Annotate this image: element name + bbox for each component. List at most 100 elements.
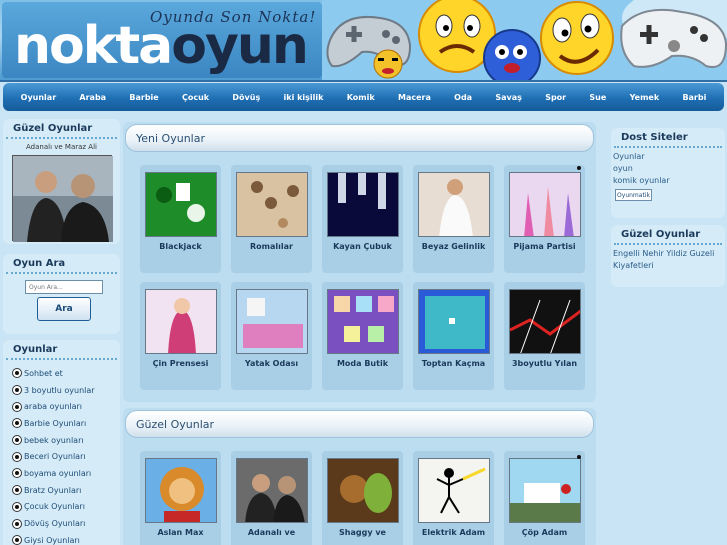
nav-item[interactable]: Çocuk xyxy=(182,93,209,102)
game-thumbnail[interactable] xyxy=(418,458,490,523)
game-thumbnail[interactable] xyxy=(327,289,399,354)
category-link[interactable]: 3 boyutlu oyunlar xyxy=(24,386,95,395)
category-link[interactable]: bebek oyunları xyxy=(24,436,84,445)
category-item[interactable]: Giysi Oyunları xyxy=(13,532,120,545)
category-item[interactable]: Beceri Oyunları xyxy=(13,448,120,465)
category-link[interactable]: Beceri Oyunları xyxy=(24,452,86,461)
category-link[interactable]: Barbie Oyunları xyxy=(24,419,86,428)
logo[interactable]: Oyunda Son Nokta! noktaoyun xyxy=(2,2,322,78)
category-item[interactable]: Çocuk Oyunları xyxy=(13,499,120,516)
nav-item[interactable]: iki kişilik xyxy=(284,93,324,102)
search-input[interactable] xyxy=(25,280,103,294)
nav-item[interactable]: Sue xyxy=(589,93,606,102)
category-item[interactable]: Dövüş Oyunları xyxy=(13,515,120,532)
friend-site-link[interactable]: Oyunlar xyxy=(613,151,725,163)
category-list: Sohbet et 3 boyutlu oyunlar araba oyunları… xyxy=(3,360,120,545)
section-title: Yeni Oyunlar xyxy=(125,124,594,152)
game-card[interactable]: Aslan Max xyxy=(140,451,221,545)
category-link[interactable]: Bratz Oyunları xyxy=(24,486,81,495)
game-card[interactable]: Blackjack xyxy=(140,165,221,273)
game-title[interactable]: Çin Prensesi xyxy=(140,359,221,368)
game-title[interactable]: Romalılar xyxy=(231,242,312,251)
nav-item[interactable]: Barbie xyxy=(129,93,158,102)
nav-item[interactable]: Yemek xyxy=(630,93,660,102)
game-title[interactable]: Pijama Partisi xyxy=(504,242,585,251)
bullet-icon xyxy=(13,486,21,495)
nav-item[interactable]: Araba xyxy=(79,93,106,102)
game-card[interactable]: Romalılar xyxy=(231,165,312,273)
category-item[interactable]: bebek oyunları xyxy=(13,432,120,449)
game-title[interactable]: Yatak Odası xyxy=(231,359,312,368)
game-thumbnail[interactable] xyxy=(418,172,490,237)
game-thumbnail[interactable] xyxy=(509,289,581,354)
game-thumbnail[interactable] xyxy=(327,172,399,237)
nav-item[interactable]: Komik xyxy=(347,93,375,102)
game-thumbnail[interactable] xyxy=(418,289,490,354)
game-title[interactable]: Adanalı ve xyxy=(231,528,312,537)
game-thumbnail[interactable] xyxy=(145,289,217,354)
game-thumbnail[interactable] xyxy=(327,458,399,523)
oyunmatik-button[interactable]: Oyunmatik xyxy=(615,189,652,201)
panel-title: Güzel Oyunlar xyxy=(614,225,722,245)
category-link[interactable]: Sohbet et xyxy=(24,369,63,378)
game-title[interactable]: Elektrik Adam xyxy=(413,528,494,537)
game-title[interactable]: Aslan Max xyxy=(140,528,221,537)
game-thumbnail[interactable] xyxy=(145,172,217,237)
category-item[interactable]: Bratz Oyunları xyxy=(13,482,120,499)
game-thumbnail[interactable] xyxy=(236,172,308,237)
category-item[interactable]: Sohbet et xyxy=(13,365,120,382)
nav-item[interactable]: Macera xyxy=(398,93,431,102)
categories-panel: Oyunlar Sohbet et 3 boyutlu oyunlar araba … xyxy=(3,340,120,545)
game-title[interactable]: Shaggy ve xyxy=(322,528,403,537)
featured-game-thumbnail[interactable] xyxy=(11,155,113,242)
game-title[interactable]: Moda Butik xyxy=(322,359,403,368)
nav-item[interactable]: Barbi xyxy=(682,93,706,102)
game-card[interactable]: Yatak Odası xyxy=(231,282,312,390)
category-link[interactable]: Dövüş Oyunları xyxy=(24,519,85,528)
nav-item[interactable]: Oda xyxy=(454,93,472,102)
category-item[interactable]: Barbie Oyunları xyxy=(13,415,120,432)
game-title[interactable]: Çöp Adam xyxy=(504,528,585,537)
bullet-icon xyxy=(13,369,21,378)
category-item[interactable]: 3 boyutlu oyunlar xyxy=(13,382,120,399)
game-title[interactable]: 3boyutlu Yılan xyxy=(504,359,585,368)
category-item[interactable]: araba oyunları xyxy=(13,398,120,415)
friend-site-link[interactable]: oyun xyxy=(613,163,725,175)
game-title[interactable]: Beyaz Gelinlik xyxy=(413,242,494,251)
nav-item[interactable]: Oyunlar xyxy=(21,93,57,102)
nav-item[interactable]: Savaş xyxy=(495,93,522,102)
game-thumbnail[interactable] xyxy=(509,172,581,237)
logo-part-white: nokta xyxy=(14,16,173,76)
category-item[interactable]: boyama oyunları xyxy=(13,465,120,482)
search-button[interactable]: Ara xyxy=(37,297,91,321)
game-card[interactable]: Shaggy ve xyxy=(322,451,403,545)
game-title[interactable]: Blackjack xyxy=(140,242,221,251)
game-card[interactable]: Elektrik Adam xyxy=(413,451,494,545)
category-link[interactable]: araba oyunları xyxy=(24,402,82,411)
featured-game-name[interactable]: Adanalı ve Maraz Ali xyxy=(3,143,120,151)
game-title[interactable]: Kayan Çubuk xyxy=(322,242,403,251)
game-card[interactable]: Beyaz Gelinlik xyxy=(413,165,494,273)
category-link[interactable]: boyama oyunları xyxy=(24,469,91,478)
game-thumbnail[interactable] xyxy=(236,458,308,523)
nav-item[interactable]: Dövüş xyxy=(232,93,260,102)
game-thumbnail[interactable] xyxy=(145,458,217,523)
game-title[interactable]: Toptan Kaçma xyxy=(413,359,494,368)
game-card[interactable]: Pijama Partisi xyxy=(504,165,585,273)
game-card[interactable]: 3boyutlu Yılan xyxy=(504,282,585,390)
game-card[interactable]: Kayan Çubuk xyxy=(322,165,403,273)
game-card[interactable]: Toptan Kaçma xyxy=(413,282,494,390)
game-card[interactable]: Moda Butik xyxy=(322,282,403,390)
game-card[interactable]: Adanalı ve xyxy=(231,451,312,545)
game-thumbnail[interactable] xyxy=(509,458,581,523)
panel-title: Oyun Ara xyxy=(6,254,117,274)
category-link[interactable]: Giysi Oyunları xyxy=(24,536,80,545)
game-thumbnail[interactable] xyxy=(236,289,308,354)
right-good-game-link[interactable]: Engelli Nehir Yildiz Guzeli Kiyafetleri xyxy=(611,245,725,272)
game-card[interactable]: Çin Prensesi xyxy=(140,282,221,390)
nav-item[interactable]: Spor xyxy=(545,93,566,102)
game-card[interactable]: Çöp Adam xyxy=(504,451,585,545)
bullet-icon xyxy=(13,502,21,511)
category-link[interactable]: Çocuk Oyunları xyxy=(24,502,85,511)
friend-site-link[interactable]: komik oyunlar xyxy=(613,175,725,187)
